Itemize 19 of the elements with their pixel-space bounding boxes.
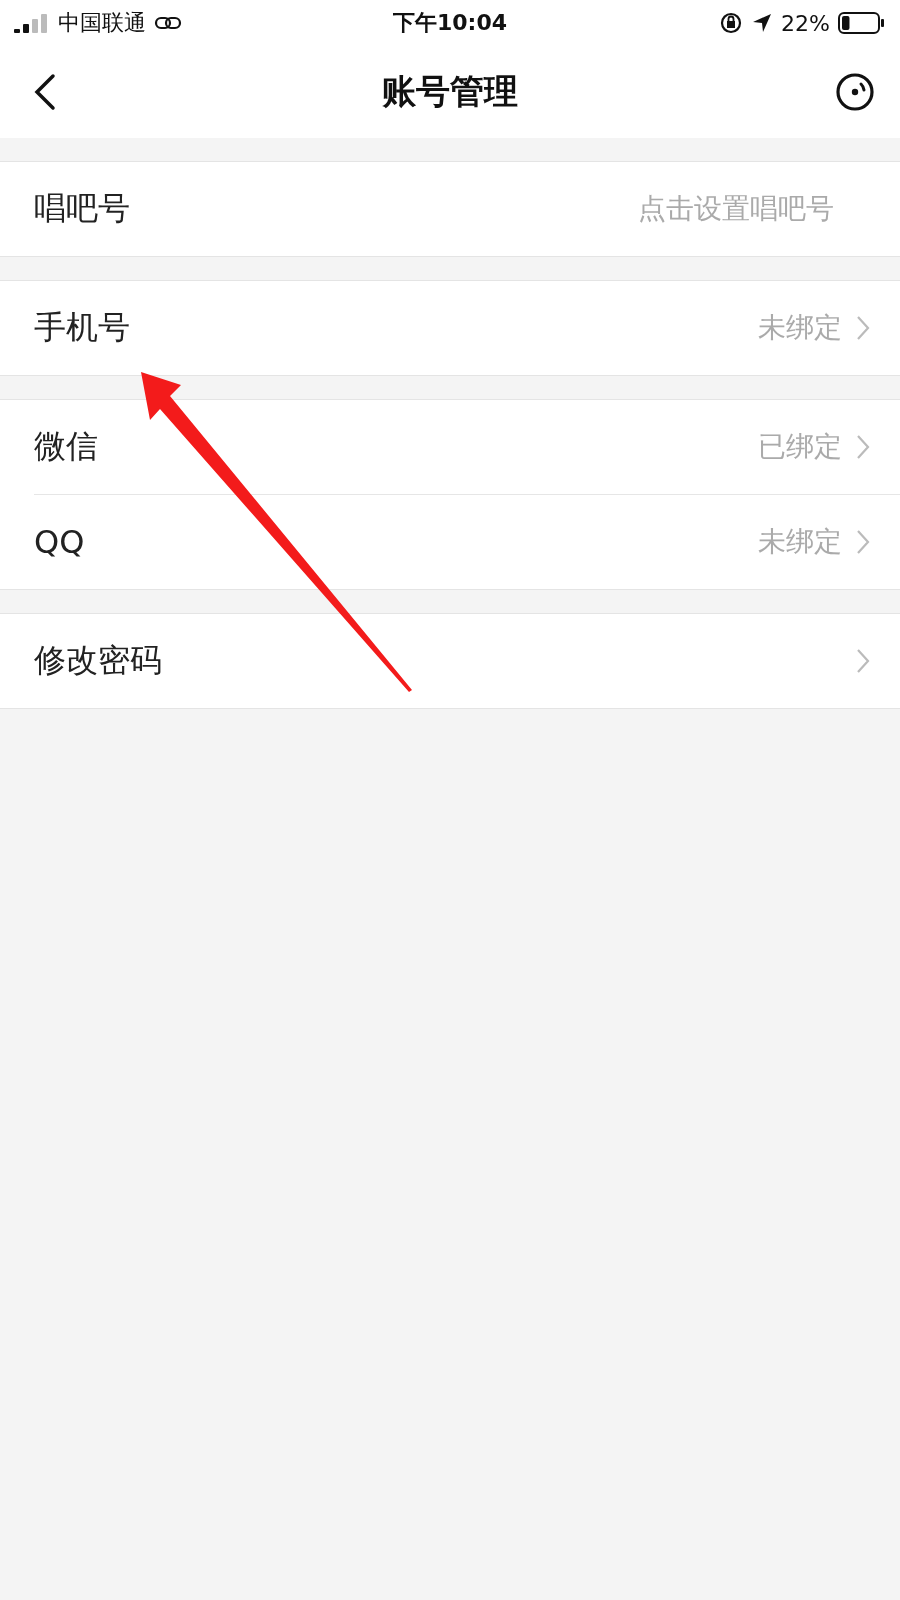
row-value: 已绑定 xyxy=(758,429,842,465)
link-icon xyxy=(154,14,184,32)
battery-icon xyxy=(838,11,886,35)
row-label[interactable]: 手机号 xyxy=(34,306,758,350)
record-icon[interactable] xyxy=(835,72,875,112)
row-value: 点击设置唱吧号 xyxy=(638,191,834,227)
rotation-lock-icon xyxy=(719,11,744,35)
status-time: 下午10:04 xyxy=(393,9,507,37)
signal-icon xyxy=(14,13,50,33)
location-arrow-icon xyxy=(751,12,774,34)
row-label[interactable]: 微信 xyxy=(34,425,758,469)
row-value: 未绑定 xyxy=(758,524,842,560)
row-label[interactable]: 唱吧号 xyxy=(34,187,638,231)
row-label[interactable]: QQ xyxy=(34,523,758,561)
row-value: 未绑定 xyxy=(758,310,842,346)
carrier-name: 中国联通 xyxy=(58,9,146,37)
page-title: 账号管理 xyxy=(381,70,519,113)
row-label[interactable]: 修改密码 xyxy=(34,639,856,683)
battery-percent: 22% xyxy=(781,10,830,36)
